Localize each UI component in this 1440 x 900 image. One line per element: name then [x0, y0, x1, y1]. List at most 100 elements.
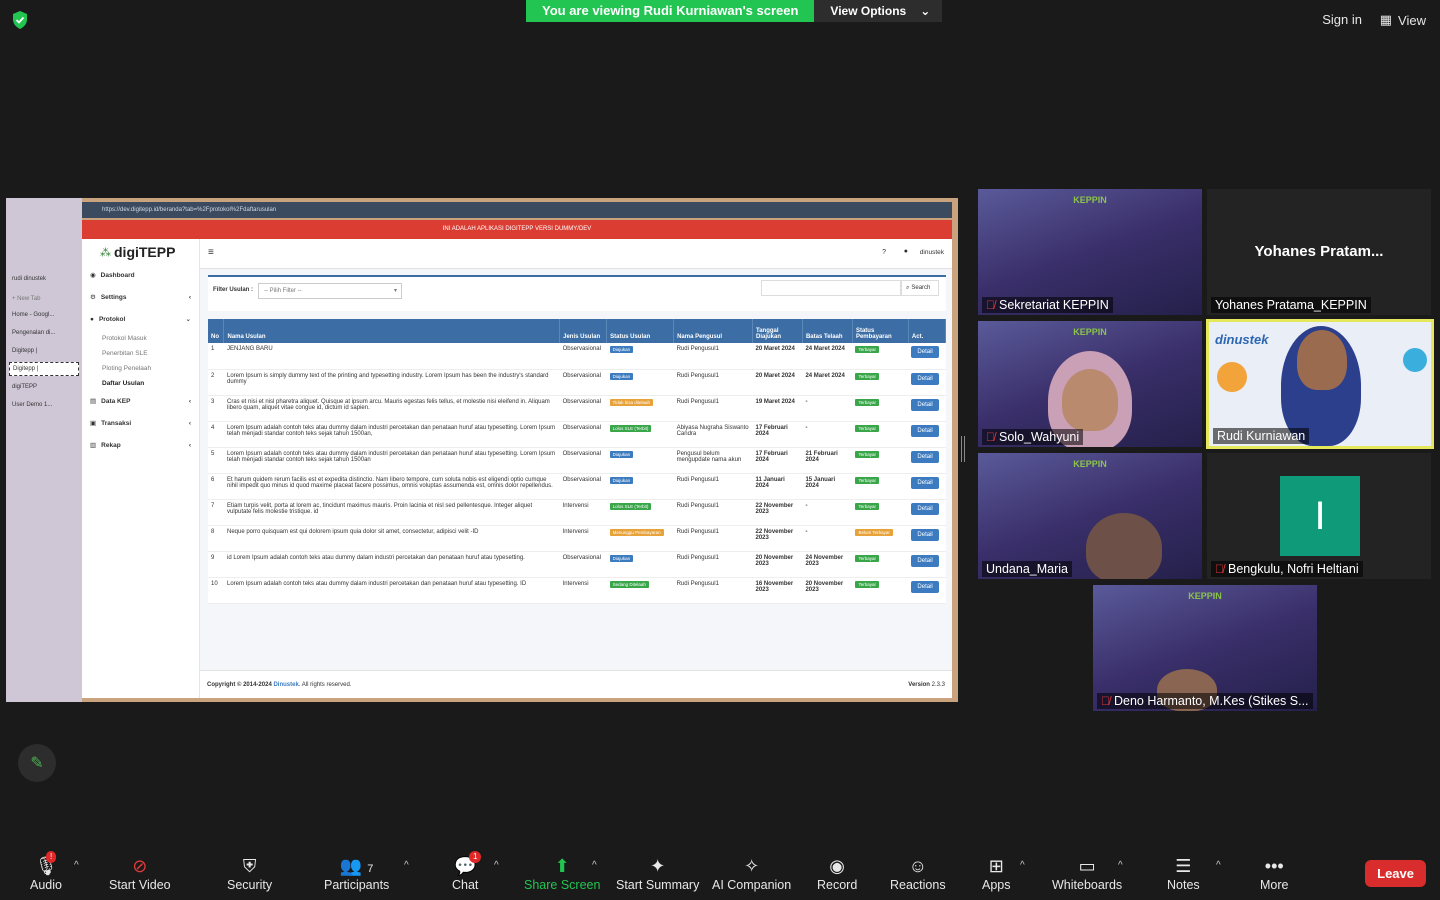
col-status-pembayaran[interactable]: Status Pembayaran: [852, 319, 909, 343]
sign-in-link[interactable]: Sign in: [1322, 12, 1362, 27]
menu-rekap[interactable]: ▥ Rekap ‹: [82, 435, 199, 457]
participant-tile[interactable]: KEPPIN Undana_Maria: [978, 453, 1202, 579]
detail-button[interactable]: Detail: [911, 346, 939, 358]
col-nama-pengusul[interactable]: Nama Pengusul: [673, 319, 753, 343]
mic-muted-icon: 🎙̸: [1215, 562, 1224, 576]
browser-tab[interactable]: User Demo 1...: [6, 396, 82, 414]
chevron-left-icon: ‹: [188, 294, 191, 301]
cell-no: 2: [208, 369, 224, 396]
reactions-button[interactable]: ☺ Reactions: [890, 854, 946, 892]
menu-protokol[interactable]: ● Protokol ⌄: [82, 309, 199, 331]
cell-status-usulan: Diajukan: [606, 551, 674, 578]
participant-tile[interactable]: KEPPIN 🎙̸ Deno Harmanto, M.Kes (Stikes S.…: [1093, 585, 1317, 711]
detail-button[interactable]: Detail: [911, 554, 939, 567]
menu-protokol-masuk[interactable]: Protokol Masuk: [82, 331, 199, 346]
footer-company-link[interactable]: Dinustek: [273, 682, 298, 688]
browser-address-bar[interactable]: https://dev.digitepp.id/beranda?tab=%2Fp…: [82, 202, 952, 218]
menu-penerbitan-sle[interactable]: Penerbitan SLE: [82, 346, 199, 361]
detail-button[interactable]: Detail: [911, 398, 939, 411]
menu-settings[interactable]: ⚙ Settings ‹: [82, 287, 199, 309]
view-options-button[interactable]: View Options ⌄: [814, 0, 943, 22]
more-button[interactable]: ••• More: [1260, 854, 1288, 892]
status-badge: Diajukan: [609, 372, 634, 380]
security-shield-icon[interactable]: [10, 10, 30, 30]
search-button[interactable]: ⌕ Search: [901, 280, 939, 296]
share-options-caret[interactable]: ^: [592, 860, 597, 871]
participant-tile[interactable]: I 🎙̸ Bengkulu, Nofri Heltiani: [1207, 453, 1431, 579]
chat-options-caret[interactable]: ^: [494, 860, 499, 871]
database-icon: ▤: [90, 398, 97, 405]
ellipsis-icon: •••: [1264, 856, 1284, 876]
browser-tab[interactable]: Home - Googl...: [6, 306, 82, 324]
cell-tanggal-diajukan: 17 Februari 2024: [752, 447, 803, 474]
participant-tile[interactable]: Yohanes Pratam... Yohanes Pratama_KEPPIN: [1207, 189, 1431, 315]
detail-button[interactable]: Detail: [911, 372, 939, 385]
people-icon: 👥 7: [339, 856, 374, 876]
search-input[interactable]: [761, 280, 901, 296]
col-no[interactable]: No: [208, 319, 225, 343]
apps-options-caret[interactable]: ^: [1020, 860, 1025, 871]
annotate-pencil-button[interactable]: ✎: [18, 744, 56, 782]
browser-tab[interactable]: Digitepp |: [6, 342, 82, 360]
cell-status-pembayaran: Terbayar: [852, 447, 909, 474]
detail-button[interactable]: Detail: [911, 424, 939, 437]
start-video-button[interactable]: ⊘ Start Video: [109, 854, 171, 892]
participant-tile[interactable]: KEPPIN 🎙̸ Solo_Wahyuni: [978, 321, 1202, 447]
keppin-logo: KEPPIN: [1073, 327, 1107, 337]
pencil-icon: ✎: [30, 755, 44, 772]
menu-data-kep[interactable]: ▤ Data KEP ‹: [82, 391, 199, 413]
participant-face: [1297, 330, 1347, 390]
participant-tile[interactable]: KEPPIN 🎙̸ Sekretariat KEPPIN: [978, 189, 1202, 315]
menu-daftar-usulan[interactable]: Daftar Usulan: [82, 376, 199, 391]
browser-tab[interactable]: digiTEPP: [6, 378, 82, 396]
cell-tanggal-diajukan: 11 Januari 2024: [752, 473, 803, 500]
participants-button[interactable]: 👥 7 Participants: [324, 854, 389, 892]
footer-copyright: Copyright © 2014-2024: [207, 682, 272, 688]
ai-companion-button[interactable]: ✧ AI Companion: [712, 854, 791, 892]
cell-jenis-usulan: Observasional: [559, 369, 607, 396]
share-screen-button[interactable]: ⬆ Share Screen: [524, 854, 600, 892]
col-batas-telaah[interactable]: Batas Telaah: [802, 319, 853, 343]
hamburger-menu-icon[interactable]: ≡: [208, 247, 214, 258]
cell-batas-telaah: 21 Februari 2024: [802, 447, 853, 474]
shared-screen[interactable]: rudi dinustek + New Tab Home - Googl... …: [6, 198, 958, 702]
detail-button[interactable]: Detail: [911, 476, 939, 489]
help-icon[interactable]: ?: [882, 249, 886, 256]
cell-status-pembayaran: Terbayar: [852, 577, 909, 604]
menu-dashboard[interactable]: ◉ Dashboard: [82, 265, 199, 287]
cell-no: 1: [208, 343, 224, 370]
detail-button[interactable]: Detail: [911, 502, 939, 515]
whiteboards-options-caret[interactable]: ^: [1118, 860, 1123, 871]
participants-options-caret[interactable]: ^: [404, 860, 409, 871]
browser-new-tab[interactable]: + New Tab: [6, 284, 82, 306]
col-nama-usulan[interactable]: Nama Usulan: [223, 319, 561, 343]
cell-nama-usulan: Neque porro quisquam est qui dolorem ips…: [223, 525, 560, 552]
detail-button[interactable]: Detail: [911, 450, 939, 463]
col-jenis-usulan[interactable]: Jenis Usulan: [559, 319, 608, 343]
leave-button[interactable]: Leave: [1365, 860, 1426, 887]
apps-button[interactable]: ⊞ Apps: [982, 854, 1011, 892]
menu-transaksi[interactable]: ▣ Transaksi ‹: [82, 413, 199, 435]
browser-tab-active[interactable]: Digitepp |: [9, 362, 79, 376]
col-status-usulan[interactable]: Status Usulan: [606, 319, 675, 343]
split-drag-handle[interactable]: [961, 436, 965, 462]
record-button[interactable]: ◉ Record: [817, 854, 857, 892]
notes-options-caret[interactable]: ^: [1216, 860, 1221, 871]
menu-ploting-penelaah[interactable]: Ploting Penelaah: [82, 361, 199, 376]
cell-nama-usulan: id Lorem Ipsum adalah contoh teks atau d…: [223, 551, 560, 578]
start-summary-button[interactable]: ✦ Start Summary: [616, 854, 699, 892]
security-button[interactable]: ⛨ Security: [227, 854, 272, 892]
filter-select[interactable]: -- Pilih Filter -- ▾: [258, 283, 402, 299]
view-button[interactable]: ▦ View: [1380, 12, 1426, 28]
table-row: 5 Lorem Ipsum adalah contoh teks atau dum…: [208, 447, 946, 474]
audio-options-caret[interactable]: ^: [74, 860, 79, 871]
col-tanggal-diajukan[interactable]: Tanggal Diajukan: [752, 319, 803, 343]
detail-button[interactable]: Detail: [911, 528, 939, 541]
detail-button[interactable]: Detail: [911, 580, 939, 593]
notes-button[interactable]: ☰ Notes: [1167, 854, 1200, 892]
whiteboards-button[interactable]: ▭ Whiteboards: [1052, 854, 1122, 892]
participant-tile-active-speaker[interactable]: dinustek Rudi Kurniawan: [1206, 319, 1434, 449]
browser-tab[interactable]: Pengenalan di...: [6, 324, 82, 342]
user-menu[interactable]: dinustek: [920, 249, 944, 256]
payment-badge: Belum Terbayar: [855, 528, 893, 536]
